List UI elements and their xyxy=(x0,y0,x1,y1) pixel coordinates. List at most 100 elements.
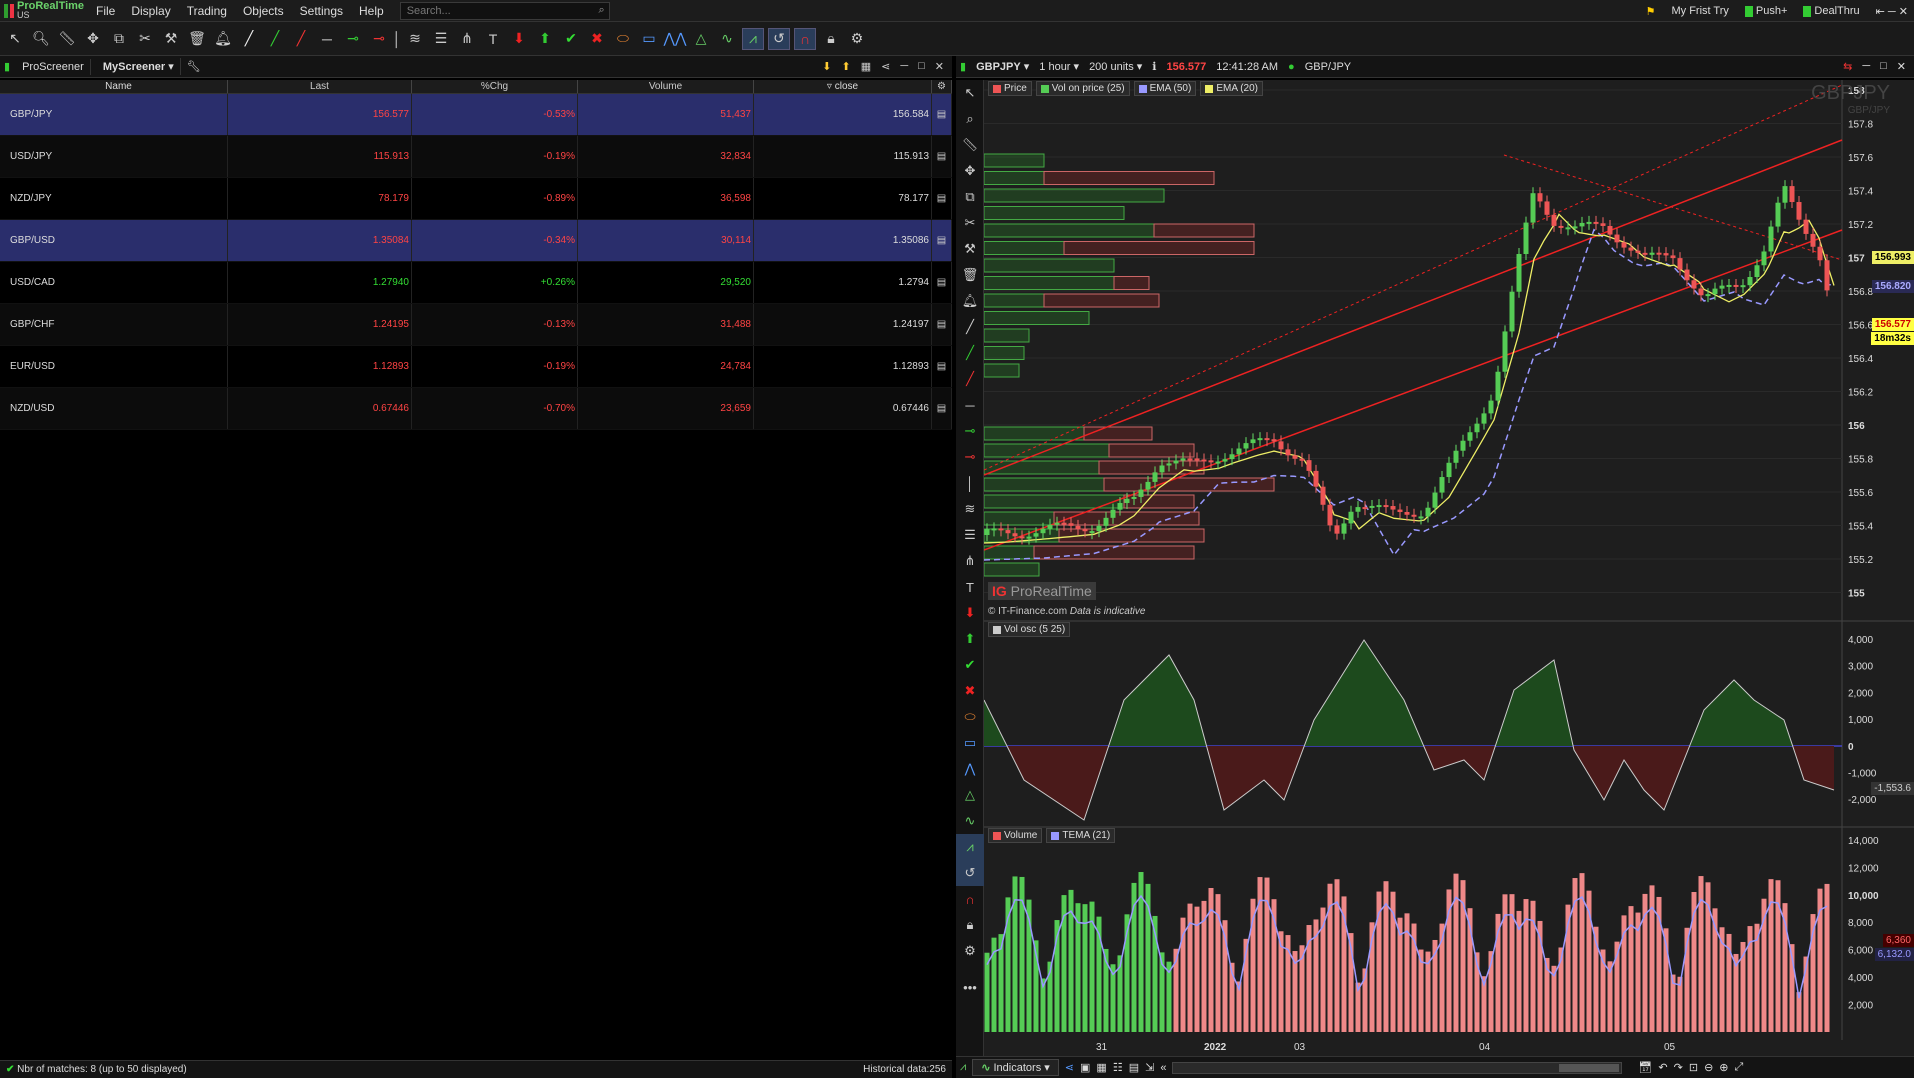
line-icon[interactable]: ╱ xyxy=(956,314,984,340)
arrow-up-icon[interactable]: ⬆ xyxy=(956,626,984,652)
trash-icon[interactable]: 🗑︎ xyxy=(186,28,208,50)
ruler-icon[interactable]: 📏︎ xyxy=(56,28,78,50)
search-input[interactable]: Search... ⌕ xyxy=(399,1,610,20)
undo-draw-icon[interactable]: ↺ xyxy=(956,860,984,886)
maximize-icon[interactable]: □ xyxy=(918,60,925,73)
col-last[interactable]: Last xyxy=(228,80,412,93)
scroll-left-icon[interactable]: « xyxy=(1160,1062,1166,1074)
wrench-icon[interactable]: 🔧︎ xyxy=(187,60,201,73)
line-icon[interactable]: ╱ xyxy=(238,28,260,50)
more-icon[interactable]: ••• xyxy=(956,974,984,1000)
pattern-icon[interactable]: ⋀ xyxy=(956,756,984,782)
dealthru-button[interactable]: DealThru xyxy=(1797,5,1865,17)
tools-icon[interactable]: ✂ xyxy=(134,28,156,50)
menu-display[interactable]: Display xyxy=(123,0,178,22)
legend-ema20[interactable]: EMA (20) xyxy=(1200,81,1263,96)
close-icon[interactable]: ✕ xyxy=(935,60,944,73)
green-line-icon[interactable]: ╱ xyxy=(264,28,286,50)
channel-icon[interactable]: ≋ xyxy=(404,28,426,50)
brush-icon[interactable]: ⚒ xyxy=(160,28,182,50)
cross-icon[interactable]: ✖ xyxy=(956,678,984,704)
alert-icon[interactable]: 🔔︎ xyxy=(956,288,984,314)
share-icon[interactable]: ⋖ xyxy=(1065,1061,1074,1074)
arrow-down-icon[interactable]: ⬇ xyxy=(508,28,530,50)
alert-icon[interactable]: 🔔︎ xyxy=(212,28,234,50)
ellipse-icon[interactable]: ⬭ xyxy=(612,28,634,50)
chart-open-icon[interactable]: ▤ xyxy=(932,346,952,387)
window-controls[interactable]: ⇤ ─ ✕ xyxy=(1870,5,1914,18)
trash-icon[interactable]: 🗑︎ xyxy=(956,262,984,288)
list-icon[interactable]: ▤ xyxy=(1129,1061,1139,1074)
magnet-icon[interactable]: ∩ xyxy=(794,27,816,50)
zoom-fit-icon[interactable]: ⊡ xyxy=(1689,1061,1698,1074)
move-icon[interactable]: ✥ xyxy=(956,158,984,184)
arrow-down-icon[interactable]: ⬇ xyxy=(956,600,984,626)
menu-trading[interactable]: Trading xyxy=(179,0,235,22)
flag-icon[interactable]: ⚑ xyxy=(1640,5,1662,18)
legend-ema50[interactable]: EMA (50) xyxy=(1133,81,1197,96)
table-row[interactable]: NZD/JPY 78.179 -0.89% 36,598 78.177 ▤ xyxy=(0,178,952,220)
indicators-button[interactable]: ∿ Indicators ▾ xyxy=(972,1059,1059,1076)
export-icon[interactable]: ⇲ xyxy=(1145,1061,1154,1074)
share-icon[interactable]: ⋖ xyxy=(881,60,890,73)
price-chart[interactable]: 158157.8157.6157.4157.2157156.8156.6156.… xyxy=(983,80,1914,1060)
settings-icon[interactable]: ⚙ xyxy=(956,938,984,964)
undo-draw-icon[interactable]: ↺ xyxy=(768,27,790,50)
zigzag-icon[interactable]: ⩘ xyxy=(956,834,984,860)
menu-objects[interactable]: Objects xyxy=(235,0,292,22)
fib-icon[interactable]: ☰ xyxy=(956,522,984,548)
red-line-icon[interactable]: ╱ xyxy=(290,28,312,50)
layers-icon[interactable]: ☷ xyxy=(1113,1061,1123,1074)
legend-price[interactable]: Price xyxy=(988,81,1032,96)
layout-icon[interactable]: ▦ xyxy=(861,60,871,73)
green-line-icon[interactable]: ╱ xyxy=(956,340,984,366)
brush-icon[interactable]: ⚒ xyxy=(956,236,984,262)
pointer-icon[interactable]: ↖ xyxy=(956,80,984,106)
col-close[interactable]: ▿ close xyxy=(754,80,932,93)
menu-help[interactable]: Help xyxy=(351,0,392,22)
chart-open-icon[interactable]: ▤ xyxy=(932,304,952,345)
units-select[interactable]: 200 units ▾ xyxy=(1089,60,1142,73)
table-row[interactable]: USD/CAD 1.27940 +0.26% 29,520 1.2794 ▤ xyxy=(0,262,952,304)
symbol-select[interactable]: GBPJPY ▾ xyxy=(976,60,1029,73)
ruler-icon[interactable]: 📏︎ xyxy=(956,132,984,158)
tools-icon[interactable]: ✂ xyxy=(956,210,984,236)
col-chg[interactable]: %Chg xyxy=(412,80,578,93)
check-icon[interactable]: ✔ xyxy=(560,28,582,50)
vline-icon[interactable]: │ xyxy=(956,470,984,496)
chart-open-icon[interactable]: ▤ xyxy=(932,94,952,135)
check-icon[interactable]: ✔ xyxy=(956,652,984,678)
info-icon[interactable]: ℹ xyxy=(1152,60,1156,73)
zoom-in-icon[interactable]: ⊕ xyxy=(1719,1061,1728,1074)
table-row[interactable]: USD/JPY 115.913 -0.19% 32,834 115.913 ▤ xyxy=(0,136,952,178)
grid-icon[interactable]: ▦ xyxy=(1096,1061,1106,1074)
fib-icon[interactable]: ☰ xyxy=(430,28,452,50)
table-row[interactable]: EUR/USD 1.12893 -0.19% 24,784 1.12893 ▤ xyxy=(0,346,952,388)
legend-vol-on-price[interactable]: Vol on price (25) xyxy=(1035,81,1130,96)
undo-icon[interactable]: ↶ xyxy=(1658,1061,1667,1074)
lock-icon[interactable]: 🔒︎ xyxy=(820,28,842,50)
copy-icon[interactable]: ⧉ xyxy=(108,28,130,50)
calendar-icon[interactable]: 📅︎ xyxy=(1638,1061,1652,1074)
red-line-icon[interactable]: ╱ xyxy=(956,366,984,392)
push-button[interactable]: Push+ xyxy=(1739,5,1794,17)
zigzag-icon[interactable]: ⩘ xyxy=(742,27,764,50)
ellipse-icon[interactable]: ⬭ xyxy=(956,704,984,730)
indicator-icon[interactable]: ⩘ xyxy=(960,1061,966,1074)
table-row[interactable]: GBP/CHF 1.24195 -0.13% 31,488 1.24197 ▤ xyxy=(0,304,952,346)
sort-up-icon[interactable]: ⬆ xyxy=(841,60,850,73)
chart-open-icon[interactable]: ▤ xyxy=(932,136,952,177)
sort-down-icon[interactable]: ⬇ xyxy=(822,60,831,73)
col-name[interactable]: Name xyxy=(0,80,228,93)
channel-icon[interactable]: ≋ xyxy=(956,496,984,522)
rectangle-icon[interactable]: ▭ xyxy=(638,28,660,50)
pattern-icon[interactable]: ⋀⋀ xyxy=(664,28,687,50)
chart-minimize-icon[interactable]: ─ xyxy=(1862,60,1870,73)
table-row[interactable]: GBP/USD 1.35084 -0.34% 30,114 1.35086 ▤ xyxy=(0,220,952,262)
text-icon[interactable]: T xyxy=(482,28,504,50)
green-hline-icon[interactable]: ⊸ xyxy=(342,28,364,50)
red-hline-icon[interactable]: ⊸ xyxy=(956,444,984,470)
zoom-icon[interactable]: ⌕ xyxy=(956,106,984,132)
screener-select[interactable]: MyScreener ▾ xyxy=(97,58,181,75)
settings-icon[interactable]: ⚙ xyxy=(846,28,868,50)
